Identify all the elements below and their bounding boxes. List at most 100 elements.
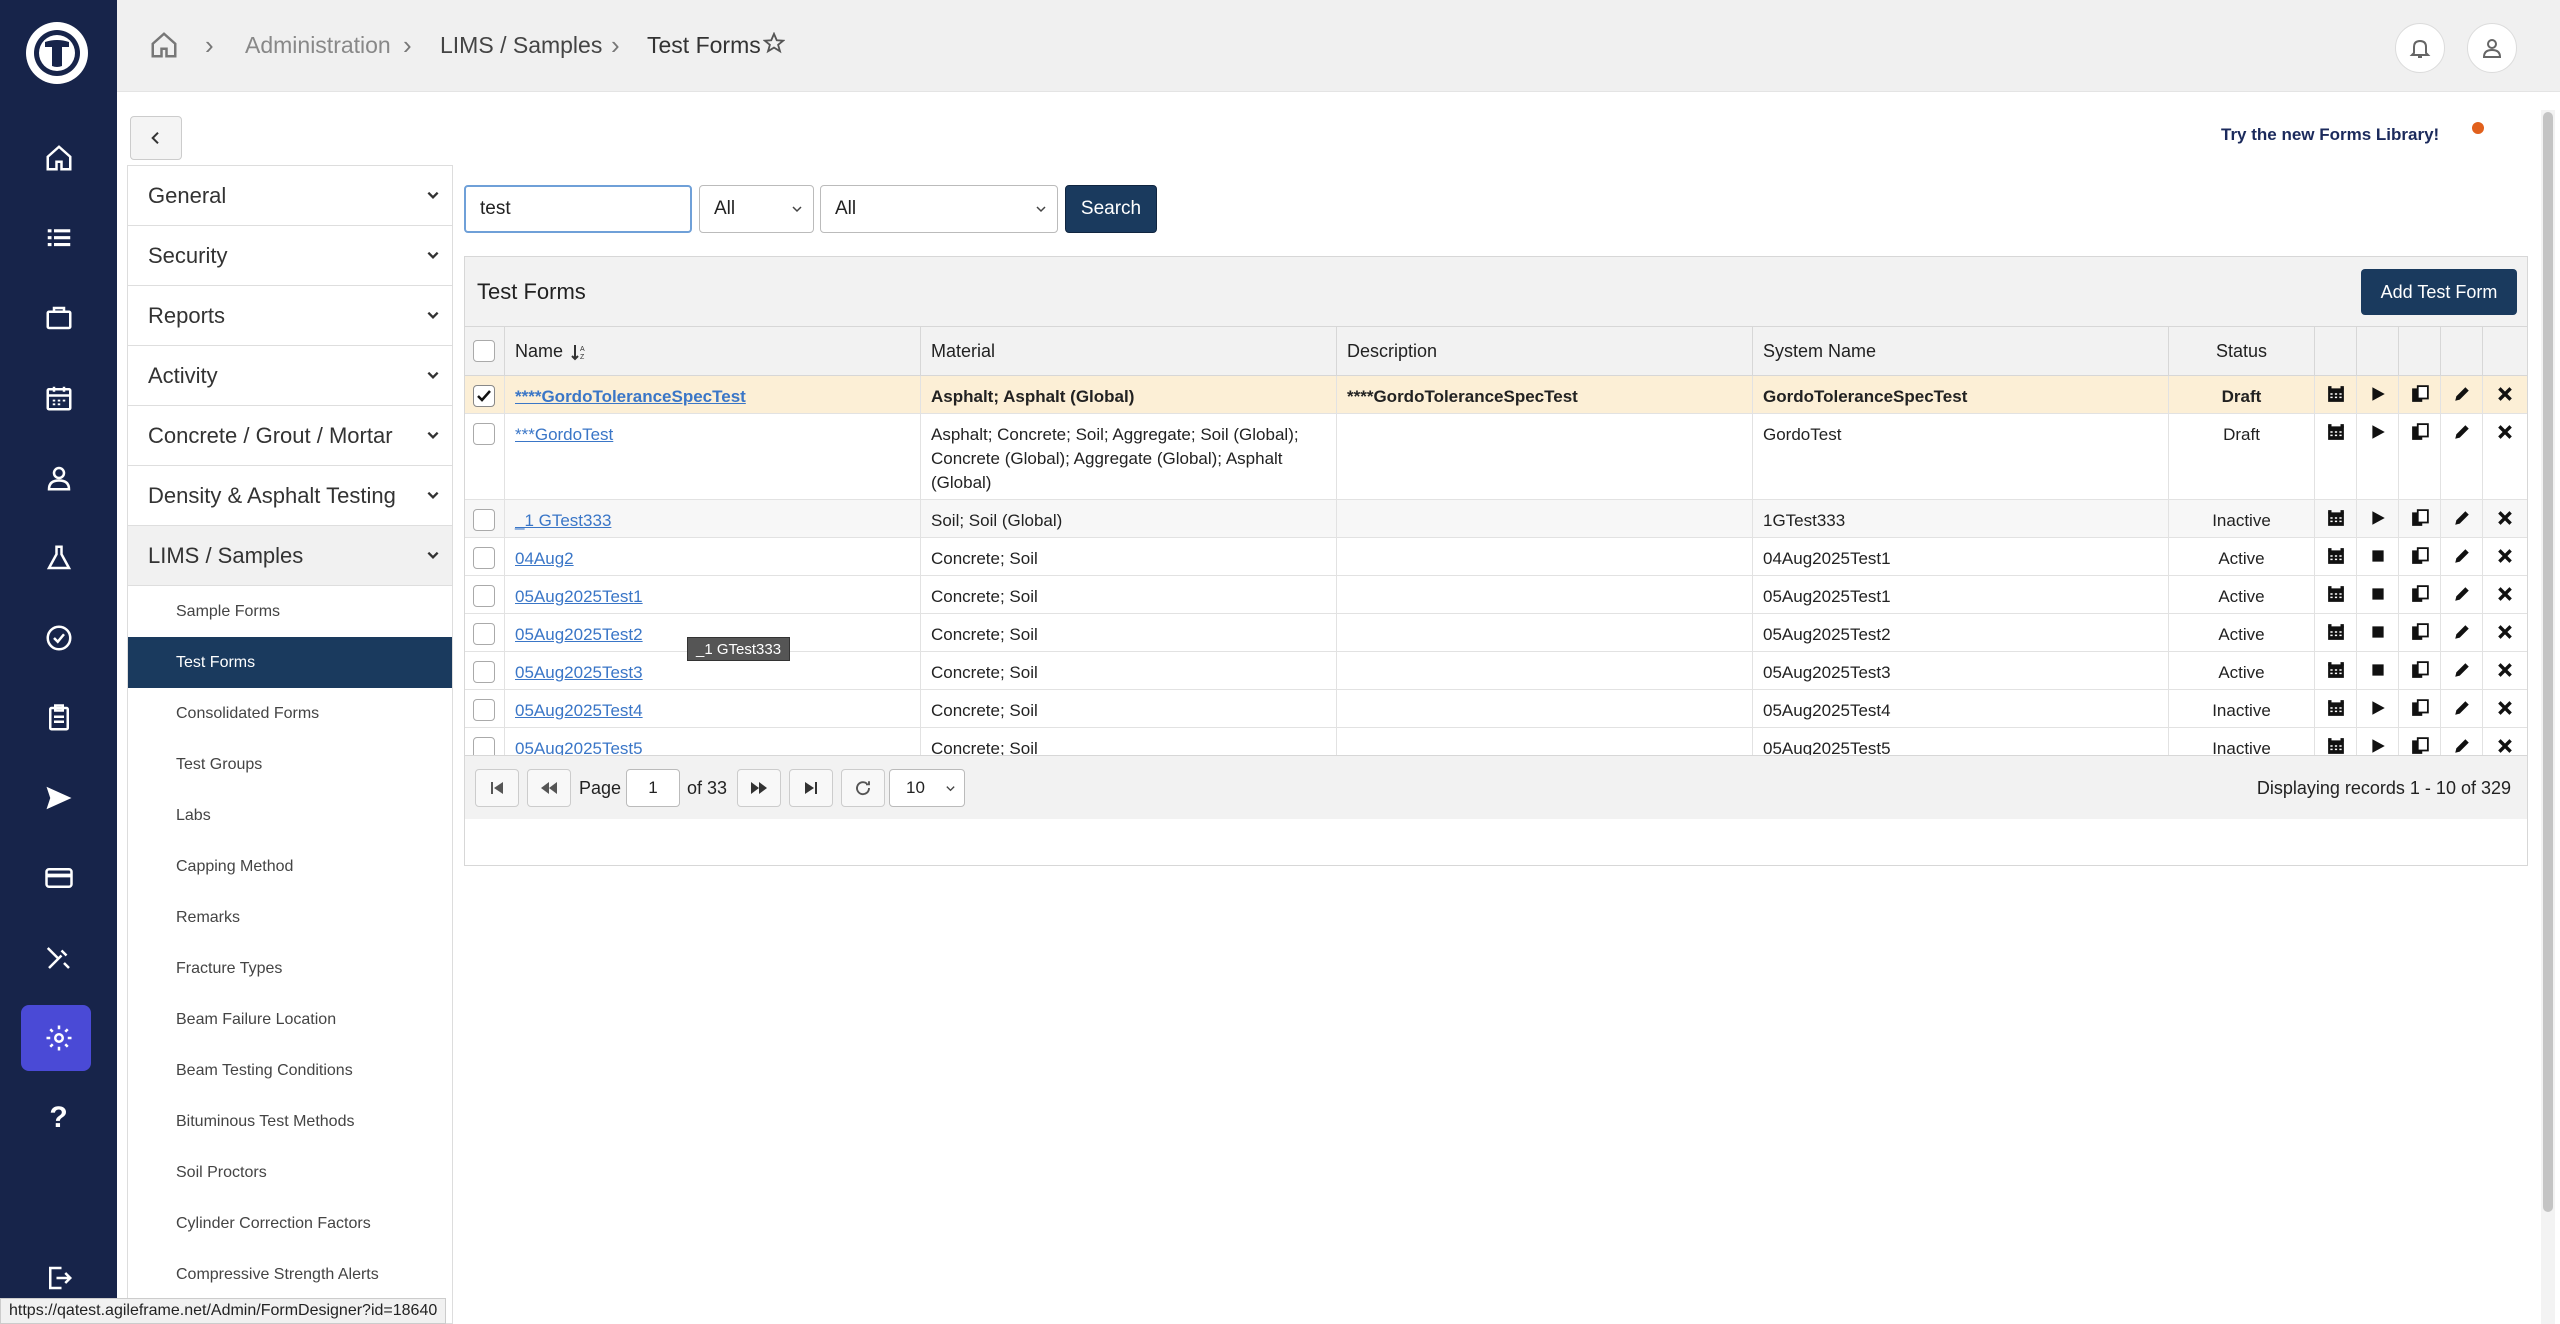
form-name-link[interactable]: ***GordoTest [515,425,613,444]
table-row[interactable]: 05Aug2025Test1 Concrete; Soil 05Aug2025Tes… [465,576,2527,614]
sidebar-item-beam-testing-conditions[interactable]: Beam Testing Conditions [128,1045,452,1096]
sidebar-item-test-groups[interactable]: Test Groups [128,739,452,790]
copy-icon[interactable] [2411,509,2429,527]
nav-flask-icon[interactable] [0,528,117,588]
form-name-link[interactable]: 05Aug2025Test2 [515,625,643,644]
nav-home-icon[interactable] [0,128,117,188]
form-name-link[interactable]: 05Aug2025Test3 [515,663,643,682]
schedule-calendar-icon[interactable] [2327,423,2345,441]
row-checkbox[interactable] [473,585,495,607]
column-header-name[interactable]: Name AZ [505,327,921,376]
table-row[interactable]: ***GordoTest Asphalt; Concrete; Soil; Agg… [465,414,2527,500]
deactivate-stop-icon[interactable] [2369,623,2387,641]
select-all-checkbox[interactable] [473,340,495,362]
copy-icon[interactable] [2411,385,2429,403]
copy-icon[interactable] [2411,661,2429,679]
copy-icon[interactable] [2411,547,2429,565]
sidebar-item-test-forms[interactable]: Test Forms [128,637,452,688]
sidebar-item-remarks[interactable]: Remarks [128,892,452,943]
last-page-button[interactable] [789,769,833,807]
row-checkbox[interactable] [473,547,495,569]
form-name-link[interactable]: ****GordoToleranceSpecTest [515,387,746,406]
activate-play-icon[interactable] [2369,699,2387,717]
sidebar-section-general[interactable]: General [128,166,452,226]
table-row[interactable]: 05Aug2025Test4 Concrete; Soil 05Aug2025Tes… [465,690,2527,728]
collapse-sidebar-button[interactable] [130,116,182,160]
delete-icon[interactable] [2496,699,2514,717]
schedule-calendar-icon[interactable] [2327,547,2345,565]
sidebar-item-labs[interactable]: Labs [128,790,452,841]
delete-icon[interactable] [2496,423,2514,441]
delete-icon[interactable] [2496,623,2514,641]
column-header-description[interactable]: Description [1337,327,1753,376]
copy-icon[interactable] [2411,623,2429,641]
edit-pencil-icon[interactable] [2453,547,2471,565]
delete-icon[interactable] [2496,509,2514,527]
delete-icon[interactable] [2496,585,2514,603]
sidebar-section-reports[interactable]: Reports [128,286,452,346]
breadcrumb-lims-samples[interactable]: LIMS / Samples [440,32,602,59]
sidebar-section-lims-samples[interactable]: LIMS / Samples [128,526,452,586]
nav-briefcase-icon[interactable] [0,288,117,348]
nav-person-icon[interactable] [0,448,117,508]
page-number-input[interactable]: 1 [626,769,680,807]
delete-icon[interactable] [2496,661,2514,679]
row-checkbox[interactable] [473,661,495,683]
sidebar-item-cylinder-correction-factors[interactable]: Cylinder Correction Factors [128,1198,452,1249]
nav-badge-check-icon[interactable] [0,608,117,668]
row-checkbox[interactable] [473,699,495,721]
search-input[interactable]: test [464,185,692,233]
sidebar-item-compressive-strength-alerts[interactable]: Compressive Strength Alerts [128,1249,452,1300]
schedule-calendar-icon[interactable] [2327,509,2345,527]
edit-pencil-icon[interactable] [2453,509,2471,527]
delete-icon[interactable] [2496,385,2514,403]
delete-icon[interactable] [2496,547,2514,565]
delete-icon[interactable] [2496,737,2514,755]
deactivate-stop-icon[interactable] [2369,585,2387,603]
form-name-link[interactable]: _1 GTest333 [515,511,611,530]
column-header-status[interactable]: Status [2169,327,2315,376]
schedule-calendar-icon[interactable] [2327,385,2345,403]
row-checkbox[interactable] [473,509,495,531]
page-scrollbar[interactable] [2541,110,2555,1324]
schedule-calendar-icon[interactable] [2327,737,2345,755]
sidebar-item-beam-failure-location[interactable]: Beam Failure Location [128,994,452,1045]
next-page-button[interactable] [737,769,781,807]
previous-page-button[interactable] [527,769,571,807]
activate-play-icon[interactable] [2369,385,2387,403]
schedule-calendar-icon[interactable] [2327,623,2345,641]
sidebar-item-sample-forms[interactable]: Sample Forms [128,586,452,637]
edit-pencil-icon[interactable] [2453,661,2471,679]
copy-icon[interactable] [2411,423,2429,441]
sidebar-section-density-asphalt[interactable]: Density & Asphalt Testing [128,466,452,526]
notifications-button[interactable] [2395,23,2445,73]
edit-pencil-icon[interactable] [2453,585,2471,603]
sidebar-section-concrete[interactable]: Concrete / Grout / Mortar [128,406,452,466]
sidebar-section-security[interactable]: Security [128,226,452,286]
activate-play-icon[interactable] [2369,423,2387,441]
favorite-star-icon[interactable] [762,31,786,59]
sidebar-item-consolidated-forms[interactable]: Consolidated Forms [128,688,452,739]
form-name-link[interactable]: 04Aug2 [515,549,574,568]
deactivate-stop-icon[interactable] [2369,547,2387,565]
table-row[interactable]: ****GordoToleranceSpecTest Asphalt; Aspha… [465,376,2527,414]
sidebar-item-fracture-types[interactable]: Fracture Types [128,943,452,994]
filter-select-2[interactable]: All [820,185,1058,233]
table-row[interactable]: _1 GTest333 Soil; Soil (Global) 1GTest333 I… [465,500,2527,538]
sidebar-item-bituminous-test-methods[interactable]: Bituminous Test Methods [128,1096,452,1147]
column-header-system-name[interactable]: System Name [1753,327,2169,376]
schedule-calendar-icon[interactable] [2327,585,2345,603]
add-test-form-button[interactable]: Add Test Form [2361,269,2517,315]
sidebar-section-activity[interactable]: Activity [128,346,452,406]
search-button[interactable]: Search [1065,185,1157,233]
nav-list-icon[interactable] [0,208,117,268]
activate-play-icon[interactable] [2369,737,2387,755]
edit-pencil-icon[interactable] [2453,737,2471,755]
form-name-link[interactable]: 05Aug2025Test1 [515,587,643,606]
first-page-button[interactable] [475,769,519,807]
nav-send-icon[interactable] [0,768,117,828]
nav-clipboard-icon[interactable] [0,688,117,748]
table-row[interactable]: 04Aug2 Concrete; Soil 04Aug2025Test1 Active [465,538,2527,576]
schedule-calendar-icon[interactable] [2327,699,2345,717]
activate-play-icon[interactable] [2369,509,2387,527]
